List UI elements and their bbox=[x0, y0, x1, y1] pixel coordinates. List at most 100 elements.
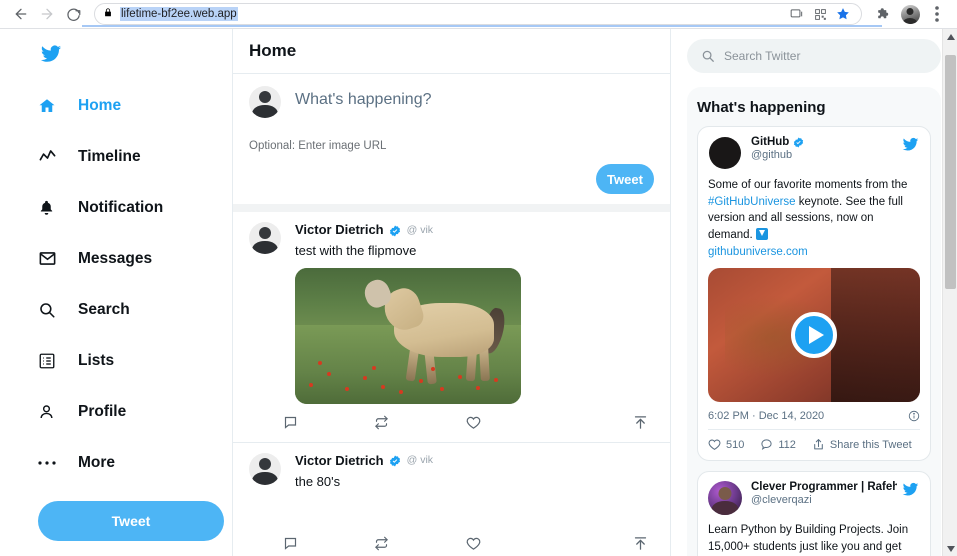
twitter-bird-logo[interactable] bbox=[38, 43, 232, 70]
back-button[interactable] bbox=[8, 1, 34, 27]
cast-icon[interactable] bbox=[787, 4, 807, 24]
scrollbar-thumb[interactable] bbox=[945, 55, 956, 289]
sidebar-item-notification[interactable]: Notification bbox=[38, 189, 232, 226]
sidebar-item-profile[interactable]: Profile bbox=[38, 393, 232, 430]
embed-author-name[interactable]: Clever Programmer | Rafeh ... bbox=[751, 481, 897, 493]
compose-tweet-button[interactable]: Tweet bbox=[596, 164, 654, 194]
sidebar-item-timeline[interactable]: Timeline bbox=[38, 138, 232, 175]
url-text: lifetime-bf2ee.web.app bbox=[120, 7, 238, 21]
embed-timestamp-row: 6:02 PM · Dec 14, 2020 bbox=[708, 402, 920, 431]
tweet-item: Victor Dietrich @ vik the 80's bbox=[233, 443, 670, 556]
avatar-body bbox=[252, 241, 278, 254]
magnifier-icon bbox=[38, 301, 60, 319]
sidebar-item-search[interactable]: Search bbox=[38, 291, 232, 328]
tweet-item: Victor Dietrich @ vik test with the flip… bbox=[233, 212, 670, 443]
retweet-icon[interactable] bbox=[374, 415, 465, 430]
sidebar-item-lists[interactable]: Lists bbox=[38, 342, 232, 379]
profile-avatar-icon[interactable] bbox=[898, 2, 922, 26]
sidebar-item-label: More bbox=[78, 453, 116, 471]
embed-text: Some of our favorite moments from the #G… bbox=[708, 177, 920, 260]
search-input[interactable] bbox=[724, 49, 927, 63]
embed-author-name[interactable]: GitHub bbox=[751, 136, 789, 148]
tweet-avatar[interactable] bbox=[249, 222, 281, 254]
three-dot-menu-icon[interactable] bbox=[925, 2, 949, 26]
verified-badge-icon bbox=[389, 454, 401, 467]
sidebar-item-label: Lists bbox=[78, 351, 115, 369]
compose-image-url-input[interactable] bbox=[249, 140, 654, 152]
hashtag-link[interactable]: #GitHubUniverse bbox=[708, 196, 796, 208]
tweet-image[interactable] bbox=[295, 267, 521, 404]
tweet-author-handle: @ vik bbox=[406, 454, 434, 467]
address-bar[interactable]: lifetime-bf2ee.web.app bbox=[94, 3, 862, 25]
search-twitter-box[interactable] bbox=[687, 39, 941, 73]
share-upload-icon[interactable] bbox=[557, 536, 654, 551]
share-upload-icon bbox=[812, 438, 825, 451]
tweet-avatar[interactable] bbox=[249, 452, 281, 485]
tweet-author-name[interactable]: Victor Dietrich bbox=[295, 453, 384, 468]
comment-icon[interactable] bbox=[283, 415, 374, 430]
embed-stats-row: 510 112 Share this Tweet bbox=[708, 430, 920, 451]
envelope-icon bbox=[38, 249, 60, 268]
like-stat[interactable]: 510 bbox=[708, 438, 744, 451]
clever-programmer-avatar[interactable] bbox=[708, 481, 742, 516]
twitter-app: Home Timeline Notification Messages Sear bbox=[0, 29, 957, 556]
avatar-head bbox=[259, 227, 271, 240]
tweet-header: Victor Dietrich @ vik bbox=[295, 453, 654, 468]
avatar-body bbox=[252, 471, 278, 485]
embed-video-thumbnail[interactable] bbox=[708, 268, 920, 403]
tweet-actions bbox=[249, 524, 654, 556]
tweet-text: test with the flipmove bbox=[295, 243, 417, 258]
github-octocat-avatar[interactable] bbox=[708, 136, 742, 170]
avatar-body bbox=[711, 501, 739, 516]
reply-stat[interactable]: 112 bbox=[760, 438, 796, 451]
bell-icon bbox=[38, 199, 60, 217]
left-sidebar: Home Timeline Notification Messages Sear bbox=[0, 29, 232, 556]
sidebar-item-label: Messages bbox=[78, 249, 153, 267]
twitter-bird-icon[interactable] bbox=[901, 136, 920, 158]
browser-actions bbox=[868, 2, 949, 26]
avatar-body bbox=[252, 105, 278, 118]
sidebar-item-label: Search bbox=[78, 300, 130, 318]
embed-author-row: Clever Programmer | Rafeh ... bbox=[751, 481, 897, 493]
forward-button[interactable] bbox=[34, 1, 60, 27]
compose-actions: Tweet bbox=[249, 164, 654, 194]
tweet-author-name[interactable]: Victor Dietrich bbox=[295, 222, 384, 237]
scroll-down-arrow[interactable] bbox=[943, 541, 957, 556]
play-button-icon[interactable] bbox=[791, 312, 837, 359]
reload-button[interactable] bbox=[60, 1, 86, 27]
share-this-tweet-link[interactable]: Share this Tweet bbox=[812, 438, 912, 451]
like-heart-icon[interactable] bbox=[466, 536, 557, 551]
retweet-icon[interactable] bbox=[374, 536, 465, 551]
sidebar-item-home[interactable]: Home bbox=[38, 87, 232, 124]
embed-url-link[interactable]: githubuniverse.com bbox=[708, 246, 808, 258]
tweet-body: Victor Dietrich @ vik the 80's bbox=[295, 453, 654, 491]
tweet-actions bbox=[249, 404, 654, 442]
scroll-up-arrow[interactable] bbox=[943, 29, 957, 44]
qr-code-icon[interactable] bbox=[810, 4, 830, 24]
reply-count: 112 bbox=[778, 438, 796, 451]
embedded-tweet-github: GitHub @github Some of our favorite mome… bbox=[697, 126, 931, 462]
page-title: Home bbox=[249, 41, 297, 60]
lock-icon bbox=[103, 5, 113, 23]
sidebar-item-more[interactable]: More bbox=[38, 444, 232, 481]
timeline-chart-icon bbox=[38, 147, 60, 166]
like-heart-icon[interactable] bbox=[466, 415, 557, 430]
embed-timestamp: 6:02 PM · Dec 14, 2020 bbox=[708, 410, 825, 423]
sidebar-item-label: Timeline bbox=[78, 147, 141, 165]
like-heart-icon bbox=[708, 438, 721, 451]
share-upload-icon[interactable] bbox=[557, 415, 654, 430]
page-scrollbar[interactable] bbox=[942, 29, 957, 556]
list-icon bbox=[38, 352, 60, 370]
embed-text-part: Some of our favorite moments from the bbox=[708, 179, 908, 191]
sidebar-item-messages[interactable]: Messages bbox=[38, 240, 232, 277]
embed-text: Learn Python by Building Projects. Join … bbox=[708, 522, 920, 556]
sidebar-tweet-button[interactable]: Tweet bbox=[38, 501, 224, 541]
comment-icon[interactable] bbox=[283, 536, 374, 551]
info-circle-icon[interactable] bbox=[908, 410, 920, 422]
twitter-bird-icon[interactable] bbox=[901, 481, 920, 503]
tweet-main: Victor Dietrich @ vik the 80's bbox=[249, 452, 654, 491]
embed-header: Clever Programmer | Rafeh ... @cleverqaz… bbox=[708, 481, 920, 516]
puzzle-piece-icon[interactable] bbox=[871, 2, 895, 26]
star-filled-icon[interactable] bbox=[833, 4, 853, 24]
compose-text-input[interactable] bbox=[295, 86, 654, 109]
